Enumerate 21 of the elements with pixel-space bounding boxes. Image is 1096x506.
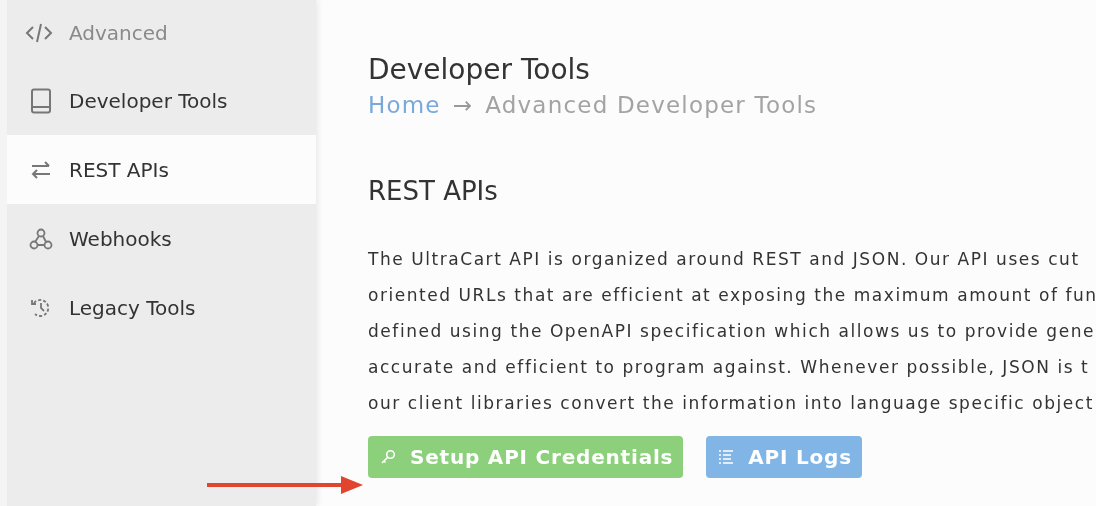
paragraph-line: The UltraCart API is organized around REST and JSON. Our API uses cut	[368, 248, 1081, 271]
paragraph-line: our client libraries convert the information into language specific object	[368, 392, 1095, 415]
sidebar-item[interactable]: Developer Tools	[7, 66, 316, 135]
paragraph-line: oriented URLs that are efficient at exposing the maximum amount of fun	[368, 284, 1096, 307]
webhook-icon	[29, 226, 53, 251]
paragraph-line: accurate and efficient to program against. Whenever possible, JSON is t	[368, 356, 1091, 379]
code-icon	[25, 23, 53, 43]
breadcrumb-current: Advanced Developer Tools	[485, 91, 818, 120]
book-icon	[30, 87, 52, 114]
paragraph-line: defined using the OpenAPI specification which allows us to provide gene	[368, 320, 1096, 343]
history-icon	[30, 296, 52, 319]
breadcrumb-separator: →	[452, 91, 474, 120]
sidebar-item[interactable]: Legacy Tools	[7, 273, 316, 342]
swap-arrows-icon	[30, 160, 52, 179]
list-icon	[718, 449, 735, 465]
section-heading: REST APIs	[368, 175, 499, 208]
key-icon	[380, 449, 396, 465]
sidebar-item[interactable]: Webhooks	[7, 204, 316, 273]
sidebar-item[interactable]: REST APIs	[7, 135, 316, 204]
sidebar-section-title: Advanced	[69, 21, 168, 45]
page-title: Developer Tools	[368, 52, 591, 88]
